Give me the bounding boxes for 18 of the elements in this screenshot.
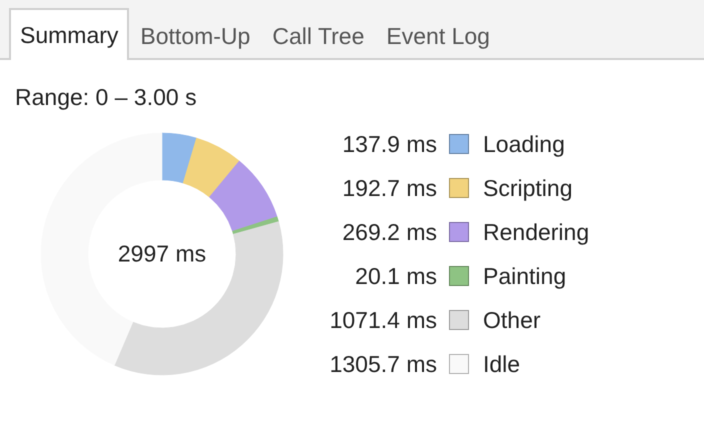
tab[interactable]: Bottom-Up (129, 10, 262, 60)
legend-value: 269.2 ms (341, 218, 437, 246)
legend-value: 137.9 ms (341, 130, 437, 158)
legend-label: Other (483, 306, 541, 334)
total-time: 2997 ms (118, 240, 206, 268)
tab[interactable]: Event Log (375, 10, 501, 60)
tab[interactable]: Summary (9, 8, 130, 60)
legend-label: Loading (483, 130, 565, 158)
legend-label: Idle (483, 350, 520, 378)
legend-label: Rendering (483, 218, 590, 246)
legend-value: 1071.4 ms (328, 306, 437, 334)
legend-value: 1305.7 ms (328, 350, 437, 378)
legend-label: Scripting (483, 174, 572, 202)
legend-value: 192.7 ms (341, 174, 437, 202)
legend-value: 20.1 ms (354, 262, 437, 290)
tab[interactable]: Call Tree (261, 10, 376, 60)
legend-label: Painting (483, 262, 566, 290)
range-label: Range: 0 – 3.00 s (14, 83, 198, 112)
